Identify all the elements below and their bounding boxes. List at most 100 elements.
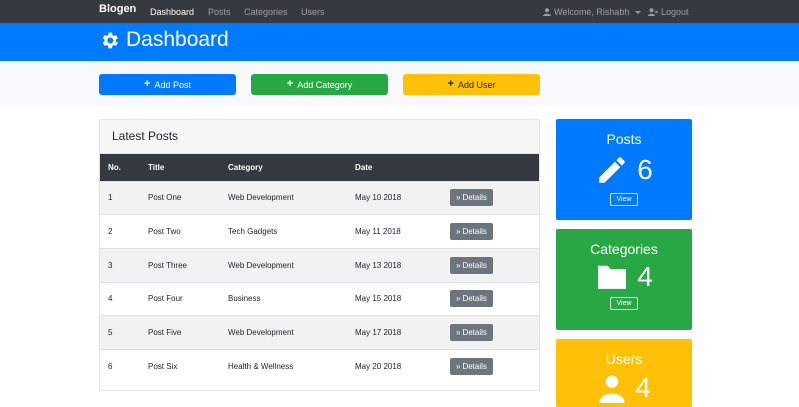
- col-date: Date: [355, 162, 373, 172]
- users-stat-card: Users 4: [556, 339, 692, 407]
- angle-double-right-icon: »: [456, 362, 461, 372]
- cell-actions: » Details: [442, 181, 539, 215]
- welcome-text: Welcome, Rishabh: [554, 7, 630, 17]
- cell-category: Web Development: [228, 260, 294, 270]
- cell-title: Post Six: [148, 362, 178, 372]
- table-row: 4 Post Four Business May 15 2018 » Details: [100, 282, 539, 316]
- latest-posts-card: Latest Posts No. Title Category Date 1 Po…: [99, 119, 540, 391]
- nav-categories[interactable]: Categories: [244, 7, 288, 17]
- add-post-label: Add Post: [154, 79, 191, 90]
- card-title: Latest Posts: [100, 120, 539, 154]
- col-no: No.: [108, 162, 121, 172]
- categories-view-button[interactable]: View: [610, 297, 638, 310]
- posts-count: 6: [637, 154, 653, 185]
- angle-double-right-icon: »: [456, 193, 461, 203]
- posts-stat-label: Posts: [606, 131, 642, 147]
- brand-logo[interactable]: Blogen: [99, 3, 136, 15]
- cell-no: 6: [108, 362, 113, 372]
- cell-date: May 13 2018: [355, 260, 402, 270]
- details-label: Details: [462, 362, 487, 372]
- cell-date: May 20 2018: [355, 362, 402, 372]
- users-count: 4: [635, 372, 651, 403]
- add-user-button[interactable]: + Add User: [403, 74, 540, 95]
- logout-label: Logout: [661, 7, 689, 17]
- categories-stat-card: Categories 4 View: [556, 229, 692, 330]
- plus-icon: +: [447, 78, 454, 90]
- table-row: 3 Post Three Web Development May 13 2018 » De…: [100, 248, 539, 283]
- details-button[interactable]: » Details: [450, 256, 493, 274]
- posts-table: No. Title Category Date 1 Post One Web Dev…: [100, 154, 539, 383]
- chevron-down-icon: [635, 10, 642, 14]
- nav-users[interactable]: Users: [301, 7, 325, 17]
- folder-icon: [598, 265, 627, 289]
- user-icon: [543, 8, 551, 16]
- cell-actions: » Details: [442, 248, 539, 282]
- table-row: 6 Post Six Health & Wellness May 20 2018 » De…: [100, 349, 539, 383]
- nav-posts[interactable]: Posts: [208, 7, 231, 17]
- add-category-button[interactable]: + Add Category: [251, 74, 388, 95]
- cell-title: Post Three: [148, 260, 187, 270]
- action-bar: + Add Post + Add Category + Add User: [0, 61, 799, 107]
- table-row: 2 Post Two Tech Gadgets May 11 2018 » Details: [100, 214, 539, 249]
- gear-icon: [102, 32, 118, 48]
- cell-actions: » Details: [442, 282, 539, 316]
- cell-date: May 10 2018: [355, 193, 402, 203]
- cell-date: May 11 2018: [355, 227, 401, 237]
- page-title: Dashboard: [99, 28, 229, 52]
- cell-actions: » Details: [442, 349, 539, 383]
- add-category-label: Add Category: [297, 79, 353, 90]
- users-stat-label: Users: [605, 351, 643, 367]
- add-post-button[interactable]: + Add Post: [99, 74, 236, 95]
- cell-category: Health & Wellness: [228, 362, 294, 372]
- angle-double-right-icon: »: [456, 227, 461, 237]
- angle-double-right-icon: »: [456, 328, 461, 338]
- cell-no: 4: [108, 294, 113, 304]
- col-category: Category: [228, 162, 263, 172]
- add-user-label: Add User: [457, 79, 496, 90]
- details-label: Details: [462, 193, 487, 203]
- details-label: Details: [462, 294, 487, 304]
- posts-stat-card: Posts 6 View: [556, 119, 692, 220]
- cell-no: 3: [108, 260, 113, 270]
- cell-actions: » Details: [442, 215, 539, 249]
- page-title-text: Dashboard: [126, 28, 229, 51]
- plus-icon: +: [144, 78, 151, 90]
- logout-link[interactable]: Logout: [648, 7, 689, 17]
- cell-category: Web Development: [228, 193, 294, 203]
- cell-date: May 17 2018: [355, 328, 402, 338]
- details-button[interactable]: » Details: [450, 223, 493, 241]
- details-button[interactable]: » Details: [450, 290, 493, 308]
- cell-no: 1: [108, 193, 113, 203]
- cell-title: Post Two: [148, 227, 181, 237]
- details-button[interactable]: » Details: [450, 324, 493, 342]
- nav-dashboard[interactable]: Dashboard: [150, 7, 194, 17]
- navbar: Blogen Dashboard Posts Categories Users …: [0, 0, 799, 23]
- details-label: Details: [462, 260, 487, 270]
- table-row: 1 Post One Web Development May 10 2018 » Deta…: [100, 181, 539, 215]
- posts-view-button[interactable]: View: [610, 193, 638, 206]
- pencil-icon: [599, 157, 625, 183]
- table-row: 5 Post Five Web Development May 17 2018 » Det…: [100, 315, 539, 350]
- details-button[interactable]: » Details: [450, 358, 493, 376]
- col-title: Title: [148, 162, 165, 172]
- details-label: Details: [462, 328, 487, 338]
- categories-count: 4: [637, 261, 653, 292]
- welcome-dropdown[interactable]: Welcome, Rishabh: [543, 7, 642, 17]
- plus-icon: +: [286, 78, 294, 90]
- cell-date: May 15 2018: [355, 294, 402, 304]
- user-icon: [599, 375, 625, 403]
- cell-category: Tech Gadgets: [228, 227, 278, 237]
- cell-no: 5: [108, 328, 113, 338]
- cell-category: Web Development: [228, 328, 294, 338]
- cell-title: Post One: [148, 193, 182, 203]
- angle-double-right-icon: »: [456, 294, 461, 304]
- cell-title: Post Five: [148, 328, 182, 338]
- table-header-row: No. Title Category Date: [100, 154, 539, 181]
- page-header: Dashboard: [0, 23, 799, 61]
- cell-no: 2: [108, 227, 113, 237]
- col-actions: [442, 154, 539, 181]
- cell-actions: » Details: [442, 316, 539, 350]
- angle-double-right-icon: »: [456, 260, 461, 270]
- details-button[interactable]: » Details: [450, 189, 493, 207]
- cell-category: Business: [228, 294, 261, 304]
